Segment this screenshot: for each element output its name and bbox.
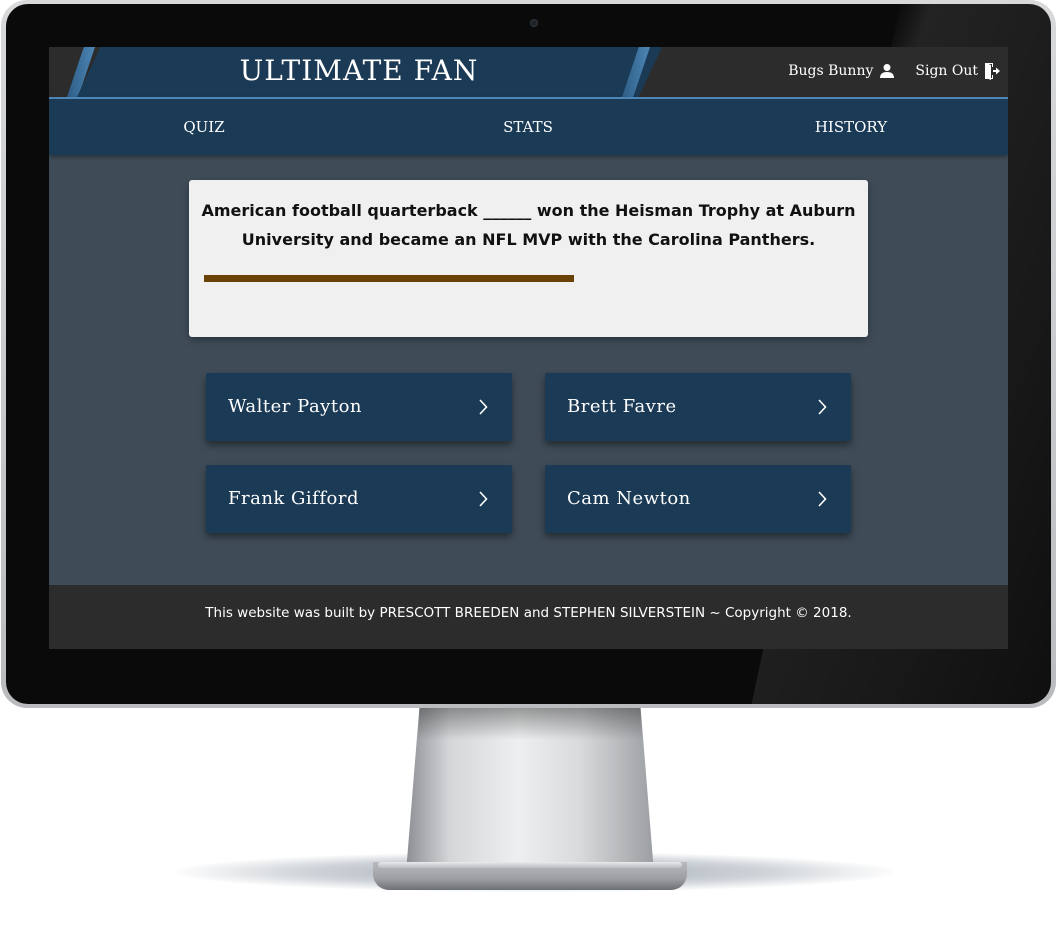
answer-label: Brett Favre bbox=[567, 396, 677, 417]
app-screen: ULTIMATE FAN Bugs Bunny Sign Out QUIZ ST… bbox=[49, 47, 1008, 649]
footer-text: This website was built by PRESCOTT BREED… bbox=[205, 605, 852, 621]
top-bar: ULTIMATE FAN Bugs Bunny Sign Out bbox=[49, 47, 1008, 97]
sign-out-icon[interactable] bbox=[984, 62, 1000, 80]
camera-icon bbox=[530, 19, 538, 27]
person-icon[interactable] bbox=[879, 63, 895, 79]
answer-button-brett-favre[interactable]: Brett Favre bbox=[545, 373, 851, 441]
sign-out-link[interactable]: Sign Out bbox=[915, 63, 978, 79]
timer-bar-fill bbox=[204, 275, 574, 282]
answer-label: Walter Payton bbox=[228, 396, 363, 417]
user-name[interactable]: Bugs Bunny bbox=[788, 63, 873, 79]
footer: This website was built by PRESCOTT BREED… bbox=[49, 585, 1008, 649]
chevron-right-icon bbox=[817, 491, 827, 512]
answer-label: Frank Gifford bbox=[228, 488, 359, 509]
answer-label: Cam Newton bbox=[567, 488, 691, 509]
chevron-right-icon bbox=[478, 399, 488, 420]
site-logo[interactable]: ULTIMATE FAN bbox=[149, 47, 569, 95]
chevron-right-icon bbox=[478, 491, 488, 512]
question-card: American football quarterback ______ won… bbox=[189, 180, 868, 337]
nav-quiz[interactable]: QUIZ bbox=[144, 99, 264, 155]
user-area: Bugs Bunny Sign Out bbox=[788, 57, 1000, 85]
monitor-stand-base-lip bbox=[378, 862, 682, 868]
timer-bar bbox=[204, 275, 853, 282]
question-text: American football quarterback ______ won… bbox=[201, 201, 856, 249]
nav-stats[interactable]: STATS bbox=[468, 99, 588, 155]
nav-history[interactable]: HISTORY bbox=[791, 99, 911, 155]
chevron-right-icon bbox=[817, 399, 827, 420]
answer-button-frank-gifford[interactable]: Frank Gifford bbox=[206, 465, 512, 533]
answer-button-cam-newton[interactable]: Cam Newton bbox=[545, 465, 851, 533]
answer-button-walter-payton[interactable]: Walter Payton bbox=[206, 373, 512, 441]
main-nav: QUIZ STATS HISTORY bbox=[49, 97, 1008, 155]
